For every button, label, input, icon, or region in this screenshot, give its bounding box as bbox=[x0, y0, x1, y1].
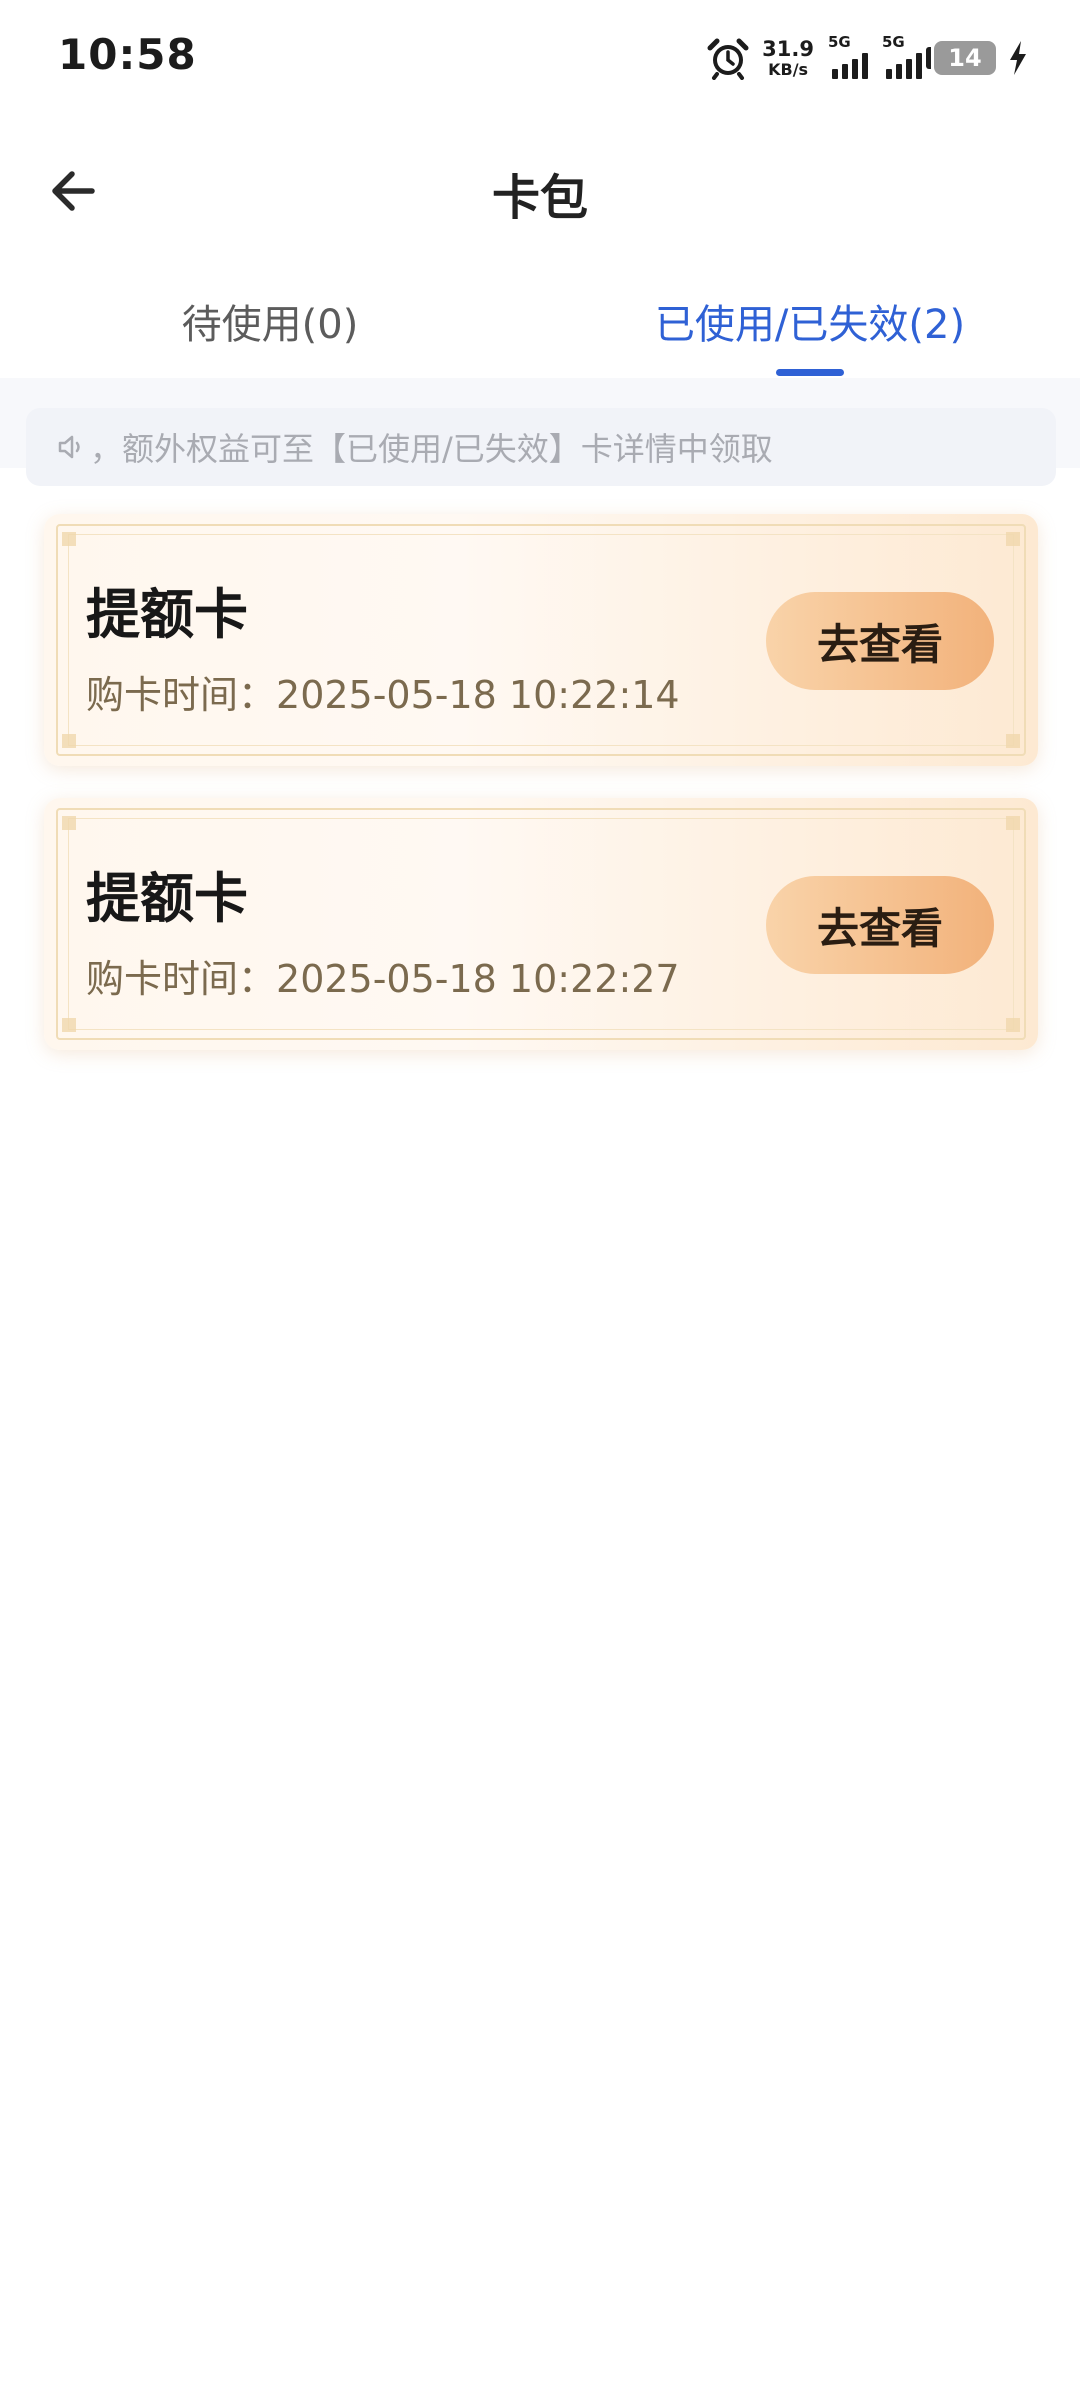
tab-unused-label: 待使用(0) bbox=[181, 302, 359, 348]
card-time-value: 2025-05-18 10:22:27 bbox=[276, 957, 680, 1001]
card-time-label: 购卡时间： bbox=[86, 957, 277, 1001]
card-purchase-time: 购卡时间：2025-05-18 10:22:14 bbox=[86, 664, 680, 719]
notice-text: ，额外权益可至【已使用/已失效】卡详情中领取 bbox=[90, 430, 773, 468]
card-ornament bbox=[1006, 816, 1020, 830]
battery-level: 14 bbox=[948, 44, 982, 72]
signal-1: 5G bbox=[826, 33, 868, 79]
tab-used-expired-label: 已使用/已失效(2) bbox=[654, 302, 966, 348]
card-ornament bbox=[1006, 532, 1020, 546]
tab-unused[interactable]: 待使用(0) bbox=[0, 262, 540, 376]
speaker-icon bbox=[58, 435, 80, 459]
card-ornament bbox=[62, 816, 76, 830]
view-card-button[interactable]: 去查看 bbox=[766, 876, 994, 974]
card-name: 提额卡 bbox=[86, 583, 248, 646]
card-ornament bbox=[1006, 734, 1020, 748]
view-card-button[interactable]: 去查看 bbox=[766, 592, 994, 690]
card-ornament bbox=[62, 1018, 76, 1032]
charging-bolt-icon bbox=[1010, 41, 1026, 75]
card-purchase-time: 购卡时间：2025-05-18 10:22:27 bbox=[86, 948, 680, 1003]
status-time: 10:58 bbox=[58, 30, 197, 79]
card-ornament bbox=[1006, 1018, 1020, 1032]
tab-used-expired[interactable]: 已使用/已失效(2) bbox=[540, 262, 1080, 376]
signal-2: 5G bbox=[880, 33, 922, 79]
status-bar: 10:58 31.9 KB/s 5G 5G 14 bbox=[0, 0, 1080, 118]
notice-banner: ，额外权益可至【已使用/已失效】卡详情中领取 bbox=[26, 408, 1056, 486]
battery-icon: 14 bbox=[926, 41, 996, 75]
network-speed-unit: KB/s bbox=[768, 59, 809, 79]
app-bar: 卡包 bbox=[0, 118, 1080, 260]
page-title: 卡包 bbox=[491, 170, 588, 226]
signal-bars-icon bbox=[886, 53, 922, 79]
network-speed-value: 31.9 bbox=[762, 36, 814, 61]
card-item[interactable]: 提额卡 购卡时间：2025-05-18 10:22:27 去查看 bbox=[44, 798, 1038, 1050]
network-speed: 31.9 KB/s bbox=[762, 36, 814, 79]
alarm-clock-icon bbox=[707, 38, 749, 80]
tab-active-indicator bbox=[776, 369, 844, 376]
signal-bars-icon bbox=[832, 53, 868, 79]
card-list-area: ，额外权益可至【已使用/已失效】卡详情中领取 提额卡 购卡时间：2025-05-… bbox=[0, 378, 1080, 2400]
tab-bar: 待使用(0) 已使用/已失效(2) bbox=[0, 262, 1080, 376]
card-time-label: 购卡时间： bbox=[86, 673, 277, 717]
card-name: 提额卡 bbox=[86, 867, 248, 930]
card-time-value: 2025-05-18 10:22:14 bbox=[276, 673, 680, 717]
card-ornament bbox=[62, 532, 76, 546]
card-item[interactable]: 提额卡 购卡时间：2025-05-18 10:22:14 去查看 bbox=[44, 514, 1038, 766]
card-ornament bbox=[62, 734, 76, 748]
signal-1-label: 5G bbox=[828, 33, 851, 51]
status-icons: 31.9 KB/s 5G 5G 14 bbox=[706, 33, 1028, 82]
screen: 10:58 31.9 KB/s 5G 5G 14 卡包 待使用(0) 已使用/已… bbox=[0, 0, 1080, 2400]
signal-2-label: 5G bbox=[882, 33, 905, 51]
